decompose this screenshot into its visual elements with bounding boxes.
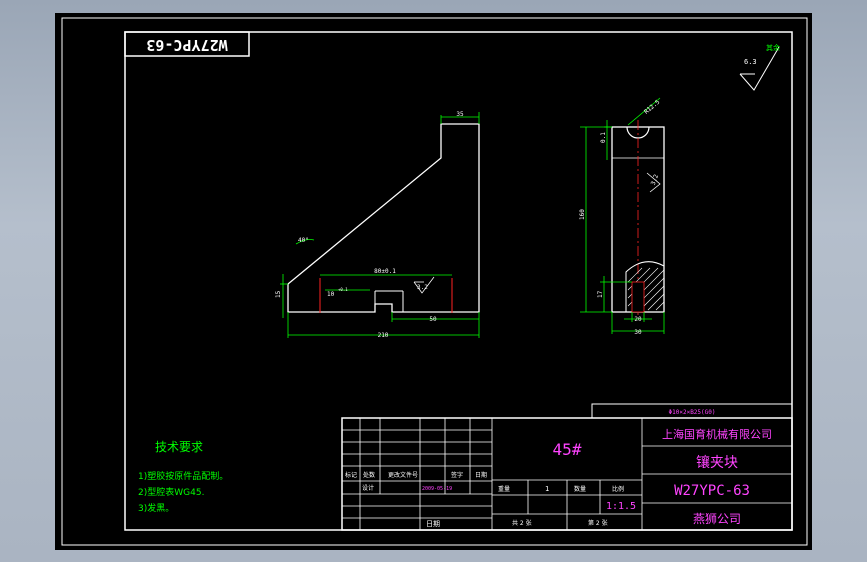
part-name: 镶夹块 xyxy=(696,454,738,471)
material: 45# xyxy=(553,440,582,459)
title-stamp-text: W27YPC-63 xyxy=(146,36,227,54)
dim-slot-tolerance: 10 xyxy=(327,291,335,298)
weight-label: 重量 xyxy=(498,485,510,493)
tech-req-item-2: 2)型腔表WG45. xyxy=(138,486,204,498)
rev-header-docno: 更改文件号 xyxy=(388,471,418,479)
rev-header-count: 处数 xyxy=(363,471,375,479)
tech-req-item-3: 3)发黑。 xyxy=(138,502,174,514)
dim-inner-finish: 3.2 xyxy=(417,284,428,291)
surface-finish-value: 6.3 xyxy=(744,58,757,66)
rev-header-sign: 签字 xyxy=(451,471,463,479)
cad-drawing-viewport[interactable]: W27YPC-63 6.3 其余 35 40° 15 80±0.1 10 +0.… xyxy=(0,0,867,562)
sheet-no: 第 2 张 xyxy=(588,519,608,527)
design-label: 设计 xyxy=(362,484,374,492)
scale-value: 1:1.5 xyxy=(606,501,636,512)
dim-hole-width: 20 xyxy=(634,316,642,323)
dim-top-width: 35 xyxy=(456,111,464,118)
date-label: 日期 xyxy=(426,520,440,528)
qty-value: 1 xyxy=(545,485,549,493)
scale-label: 比例 xyxy=(612,485,624,493)
dim-angle: 40° xyxy=(298,237,309,244)
qty-label: 数量 xyxy=(574,485,586,493)
dim-slot-depth: 50 xyxy=(429,316,437,323)
sheet-total: 共 2 张 xyxy=(512,519,532,527)
drawing-number: W27YPC-63 xyxy=(674,483,750,499)
dim-overall-height: 160 xyxy=(579,209,586,220)
tech-req-item-1: 1)塑胶按原件品配制。 xyxy=(138,470,228,482)
company-name: 上海国育机械有限公司 xyxy=(662,427,772,441)
dim-base-width: 30 xyxy=(634,329,642,336)
dim-top-offset: 0.1 xyxy=(600,132,607,143)
bom-note: Φ10×2×B25(G0) xyxy=(669,409,716,416)
dim-slot-width: 80±0.1 xyxy=(374,268,396,275)
dim-bottom-offset: 17 xyxy=(597,290,604,298)
dim-overall-length: 210 xyxy=(378,332,389,339)
surface-finish-note: 其余 xyxy=(766,43,780,52)
department: 燕狮公司 xyxy=(693,512,741,526)
dim-slot-tolerance-sup: +0.1 xyxy=(338,287,348,292)
rev-header-mark: 标记 xyxy=(345,471,357,479)
dim-left-height: 15 xyxy=(275,290,282,298)
design-date: 2009-05-19 xyxy=(422,486,452,492)
rev-header-date: 日期 xyxy=(475,471,487,479)
tech-req-heading: 技术要求 xyxy=(155,440,203,454)
